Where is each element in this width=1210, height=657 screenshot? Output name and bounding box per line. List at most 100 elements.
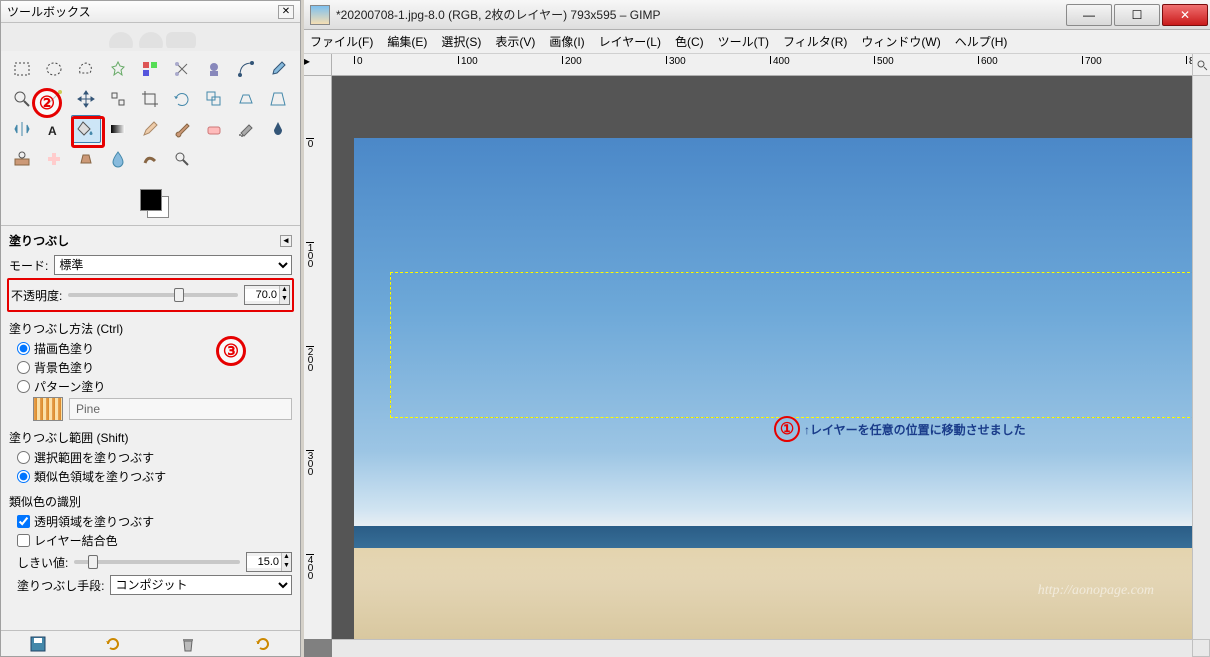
merge-layers-check[interactable] <box>17 534 30 547</box>
svg-text:A: A <box>48 124 57 138</box>
menu-view[interactable]: 表示(V) <box>495 33 535 50</box>
annotation-2-badge: ② <box>32 88 62 118</box>
heal-tool[interactable] <box>39 145 69 173</box>
smudge-tool[interactable] <box>135 145 165 173</box>
annotation-2: ② <box>32 88 62 118</box>
ruler-corner[interactable]: ▸ <box>304 54 332 76</box>
spin-up[interactable]: ▲ <box>281 553 291 562</box>
opacity-input[interactable] <box>245 289 279 301</box>
annotation-1: ① ↑レイヤーを任意の位置に移動させました <box>774 416 1026 442</box>
airbrush-tool[interactable] <box>231 115 261 143</box>
fuzzy-select-tool[interactable] <box>103 55 133 83</box>
menu-tools[interactable]: ツール(T) <box>718 33 769 50</box>
reset-options-icon[interactable] <box>254 635 272 653</box>
shear-tool[interactable] <box>231 85 261 113</box>
window-title: *20200708-1.jpg-8.0 (RGB, 2枚のレイヤー) 793x5… <box>336 6 1066 23</box>
fill-transparent-check[interactable] <box>17 515 30 528</box>
fill-fg-label: 描画色塗り <box>34 340 94 357</box>
minimize-button[interactable]: — <box>1066 4 1112 26</box>
eraser-tool[interactable] <box>199 115 229 143</box>
annotation-3-badge: ③ <box>216 336 246 366</box>
rotate-tool[interactable] <box>167 85 197 113</box>
ink-tool[interactable] <box>263 115 293 143</box>
blur-tool[interactable] <box>103 145 133 173</box>
menu-filters[interactable]: フィルタ(R) <box>783 33 847 50</box>
ruler-horizontal[interactable]: 0100200300400500600700800 <box>332 54 1192 76</box>
spin-up[interactable]: ▲ <box>279 286 289 295</box>
spin-down[interactable]: ▼ <box>281 562 291 571</box>
bucket-fill-tool[interactable] <box>71 115 101 143</box>
collapse-options-button[interactable]: ◂ <box>280 235 292 247</box>
merge-layers-label: レイヤー結合色 <box>34 532 118 549</box>
canvas[interactable]: http://aonopage.com <box>332 76 1192 639</box>
window-titlebar[interactable]: *20200708-1.jpg-8.0 (RGB, 2枚のレイヤー) 793x5… <box>304 0 1210 30</box>
annotation-1-text: ↑レイヤーを任意の位置に移動させました <box>804 421 1026 438</box>
perspective-clone-tool[interactable] <box>71 145 101 173</box>
delete-options-icon[interactable] <box>179 635 197 653</box>
fill-transparent-label: 透明領域を塗りつぶす <box>34 513 154 530</box>
save-options-icon[interactable] <box>29 635 47 653</box>
move-tool[interactable] <box>71 85 101 113</box>
opacity-label: 不透明度: <box>11 287 62 304</box>
maximize-button[interactable]: ☐ <box>1114 4 1160 26</box>
layer-boundary <box>390 272 1192 418</box>
crop-tool[interactable] <box>135 85 165 113</box>
fill-sel-radio[interactable] <box>17 451 30 464</box>
menu-edit[interactable]: 編集(E) <box>387 33 427 50</box>
fill-means-label: 塗りつぶし手段: <box>17 577 104 594</box>
menu-help[interactable]: ヘルプ(H) <box>955 33 1008 50</box>
toolbox-close-button[interactable]: ✕ <box>278 5 294 19</box>
free-select-tool[interactable] <box>71 55 101 83</box>
tool-options-title: 塗りつぶし <box>9 232 69 249</box>
opacity-value[interactable]: ▲▼ <box>244 285 290 305</box>
toolbox-titlebar[interactable]: ツールボックス ✕ <box>1 1 300 23</box>
fill-pattern-radio[interactable] <box>17 380 30 393</box>
text-tool[interactable]: A <box>39 115 69 143</box>
fill-fg-radio[interactable] <box>17 342 30 355</box>
scrollbar-horizontal[interactable] <box>332 639 1192 657</box>
scrollbar-vertical[interactable] <box>1192 76 1210 639</box>
fill-means-select[interactable]: コンポジット <box>110 575 292 595</box>
menu-windows[interactable]: ウィンドウ(W) <box>861 33 940 50</box>
quick-mask-toggle[interactable] <box>1192 54 1210 76</box>
menu-color[interactable]: 色(C) <box>675 33 704 50</box>
pattern-preview[interactable] <box>33 397 63 421</box>
align-tool[interactable] <box>103 85 133 113</box>
menu-layer[interactable]: レイヤー(L) <box>599 33 661 50</box>
nav-button[interactable] <box>1192 639 1210 657</box>
fg-color-swatch[interactable] <box>140 189 162 211</box>
blend-tool[interactable] <box>103 115 133 143</box>
menu-select[interactable]: 選択(S) <box>441 33 481 50</box>
opacity-slider[interactable] <box>68 293 238 297</box>
threshold-input[interactable] <box>247 556 281 568</box>
scale-tool[interactable] <box>199 85 229 113</box>
dodge-tool[interactable] <box>167 145 197 173</box>
fill-similar-radio[interactable] <box>17 470 30 483</box>
menu-file[interactable]: ファイル(F) <box>310 33 373 50</box>
mode-select[interactable]: 標準 <box>54 255 292 275</box>
perspective-tool[interactable] <box>263 85 293 113</box>
spin-down[interactable]: ▼ <box>279 295 289 304</box>
color-select-tool[interactable] <box>135 55 165 83</box>
annotation-1-badge: ① <box>774 416 800 442</box>
fg-bg-colors[interactable] <box>1 175 300 225</box>
toolbox-title: ツールボックス <box>7 3 91 20</box>
color-picker-tool[interactable] <box>263 55 293 83</box>
clone-tool[interactable] <box>7 145 37 173</box>
menu-image[interactable]: 画像(I) <box>549 33 584 50</box>
close-button[interactable]: ✕ <box>1162 4 1208 26</box>
threshold-value[interactable]: ▲▼ <box>246 552 292 572</box>
threshold-slider[interactable] <box>74 560 240 564</box>
fill-sel-label: 選択範囲を塗りつぶす <box>34 449 154 466</box>
restore-options-icon[interactable] <box>104 635 122 653</box>
ellipse-select-tool[interactable] <box>39 55 69 83</box>
rect-select-tool[interactable] <box>7 55 37 83</box>
paintbrush-tool[interactable] <box>167 115 197 143</box>
fill-bg-radio[interactable] <box>17 361 30 374</box>
paths-tool[interactable] <box>231 55 261 83</box>
ruler-vertical[interactable]: 0100200300400500 <box>304 76 332 639</box>
foreground-select-tool[interactable] <box>199 55 229 83</box>
scissors-tool[interactable] <box>167 55 197 83</box>
pencil-tool[interactable] <box>135 115 165 143</box>
flip-tool[interactable] <box>7 115 37 143</box>
